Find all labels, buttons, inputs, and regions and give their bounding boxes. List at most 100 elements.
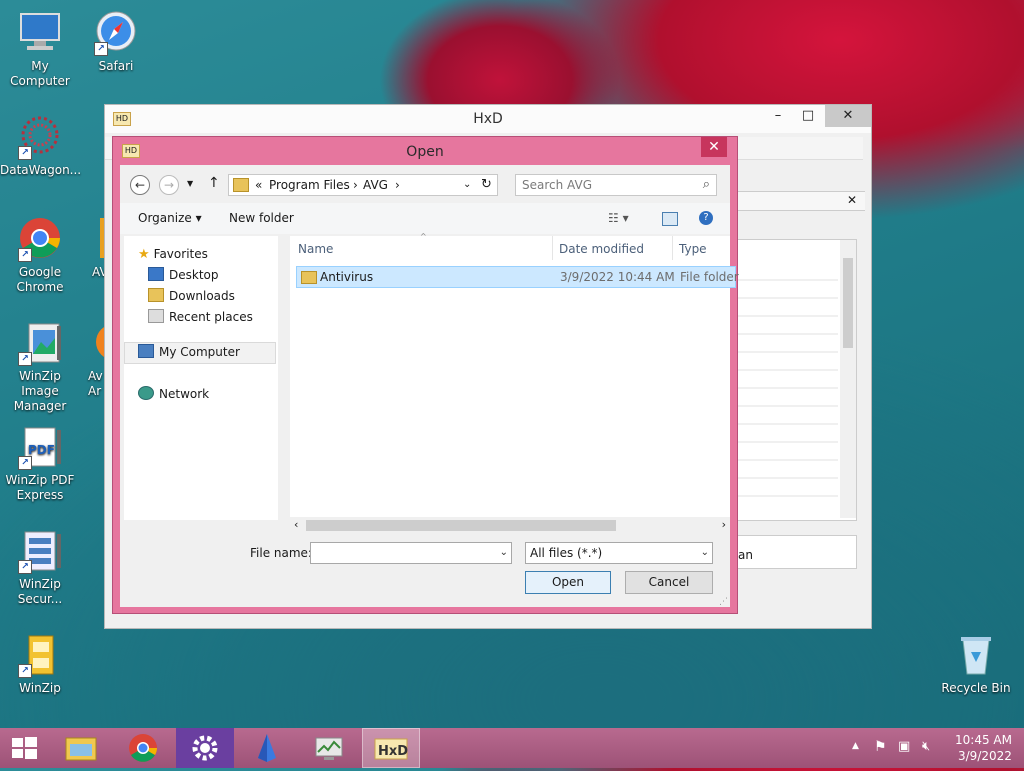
hxd-vertical-scrollbar[interactable] bbox=[840, 240, 856, 518]
taskbar-app-blue[interactable] bbox=[238, 728, 296, 768]
winzip-cabinet-icon: ↗ bbox=[17, 632, 63, 678]
scroll-right-icon[interactable]: › bbox=[722, 518, 726, 531]
taskbar-file-explorer[interactable] bbox=[52, 728, 110, 768]
up-arrow-icon[interactable]: ↑ bbox=[208, 175, 220, 191]
shortcut-arrow-icon: ↗ bbox=[18, 560, 32, 574]
maximize-button[interactable]: □ bbox=[793, 105, 823, 127]
nav-item-downloads[interactable]: Downloads bbox=[148, 286, 235, 306]
desktop-icon-winzip-image-manager[interactable]: ↗ WinZip Image Manager bbox=[0, 320, 80, 414]
resize-grip-icon[interactable]: ⋰ bbox=[719, 597, 728, 607]
recent-locations-dropdown-icon[interactable]: ▼ bbox=[187, 179, 193, 188]
address-dropdown-icon[interactable]: ⌄ bbox=[463, 179, 471, 190]
file-type-filter-select[interactable]: All files (*.*) ⌄ bbox=[525, 542, 713, 564]
column-header-type[interactable]: Type bbox=[679, 242, 707, 256]
desktop-icon-my-computer[interactable]: My Computer bbox=[0, 10, 80, 89]
desktop-icon-recycle-bin[interactable]: Recycle Bin bbox=[936, 632, 1016, 696]
hxd-editor-pane bbox=[737, 239, 857, 521]
dialog-titlebar[interactable]: HD Open ✕ bbox=[113, 137, 737, 165]
shortcut-arrow-icon: ↗ bbox=[18, 664, 32, 678]
nav-item-network[interactable]: Network bbox=[138, 384, 209, 404]
taskbar-chrome[interactable] bbox=[114, 728, 172, 768]
scroll-left-icon[interactable]: ‹ bbox=[294, 518, 298, 531]
table-row[interactable]: Antivirus 3/9/2022 10:44 AM File folder bbox=[296, 266, 739, 288]
breadcrumb-overflow[interactable]: « bbox=[255, 178, 262, 192]
taskbar-hxd[interactable]: HxD bbox=[362, 728, 420, 768]
forward-button[interactable]: → bbox=[159, 175, 179, 195]
scroll-thumb[interactable] bbox=[843, 258, 853, 348]
dialog-toolbar: Organize ▾ New folder ☷ ▾ ? bbox=[120, 203, 730, 234]
start-button[interactable] bbox=[0, 728, 48, 768]
volume-muted-icon[interactable]: 🔇︎ bbox=[922, 739, 930, 754]
nav-item-recent-places[interactable]: Recent places bbox=[148, 307, 253, 327]
preview-pane-icon[interactable] bbox=[662, 212, 678, 226]
organize-button[interactable]: Organize ▾ bbox=[138, 211, 202, 225]
horizontal-scrollbar[interactable]: ‹ › bbox=[290, 517, 730, 534]
file-name-input[interactable]: ⌄ bbox=[310, 542, 512, 564]
pdf-icon: PDF ↗ bbox=[17, 424, 63, 470]
desktop-icon-label: My Computer bbox=[10, 59, 70, 88]
refresh-icon[interactable]: ↻ bbox=[481, 177, 492, 192]
desktop-icon-winzip-secure[interactable]: ↗ WinZip Secur... bbox=[0, 528, 80, 607]
search-box[interactable]: Search AVG ⌕ bbox=[515, 174, 717, 196]
view-options-icon[interactable]: ☷ ▾ bbox=[608, 211, 629, 225]
safari-compass-icon: ↗ bbox=[93, 10, 139, 56]
hxd-bottom-panel: an bbox=[737, 535, 857, 569]
cancel-button[interactable]: Cancel bbox=[625, 571, 713, 594]
search-input[interactable]: Search AVG bbox=[522, 178, 592, 192]
back-button[interactable]: ← bbox=[130, 175, 150, 195]
nav-item-label: Downloads bbox=[169, 289, 235, 303]
address-bar[interactable]: « Program Files › AVG › ⌄ ↻ bbox=[228, 174, 498, 196]
downloads-folder-icon bbox=[148, 288, 164, 302]
windows-logo-icon bbox=[12, 737, 37, 759]
clock-date[interactable]: 3/9/2022 bbox=[958, 749, 1012, 763]
help-icon[interactable]: ? bbox=[699, 211, 713, 225]
column-divider bbox=[672, 236, 673, 260]
desktop-icon-safari[interactable]: ↗ Safari bbox=[76, 10, 156, 74]
desktop-icon-label: WinZip Secur... bbox=[17, 577, 63, 606]
image-manager-icon: ↗ bbox=[17, 320, 63, 366]
shortcut-arrow-icon: ↗ bbox=[18, 456, 32, 470]
column-header-date-modified[interactable]: Date modified bbox=[559, 242, 644, 256]
clock-time[interactable]: 10:45 AM bbox=[955, 733, 1012, 747]
nav-item-desktop[interactable]: Desktop bbox=[148, 265, 219, 285]
dialog-close-button[interactable]: ✕ bbox=[701, 137, 727, 157]
nav-item-favorites[interactable]: ★ Favorites bbox=[138, 244, 208, 264]
open-dialog[interactable]: HD Open ✕ ← → ▼ ↑ « Program Files › AVG … bbox=[112, 136, 739, 614]
network-status-icon[interactable]: ▣ bbox=[898, 739, 910, 754]
close-button[interactable]: ✕ bbox=[825, 105, 871, 127]
breadcrumb-program-files[interactable]: Program Files bbox=[269, 178, 350, 192]
desktop-icon-datawagon[interactable]: ↗ DataWagon... bbox=[0, 114, 82, 178]
scroll-thumb[interactable] bbox=[306, 520, 616, 531]
hxd-titlebar[interactable]: HD HxD – □ ✕ bbox=[105, 105, 871, 133]
file-name: Antivirus bbox=[320, 270, 374, 284]
blue-crystal-icon bbox=[258, 734, 276, 762]
desktop-icon-label: WinZip bbox=[19, 681, 61, 695]
taskbar-app-monitor[interactable] bbox=[300, 728, 358, 768]
desktop-icon-label: DataWagon... bbox=[0, 163, 82, 177]
new-folder-button[interactable]: New folder bbox=[229, 211, 294, 225]
show-hidden-icons-button[interactable]: ▲ bbox=[852, 741, 859, 751]
minimize-button[interactable]: – bbox=[763, 105, 793, 127]
taskbar-settings[interactable] bbox=[176, 728, 234, 768]
nav-item-label: Recent places bbox=[169, 310, 253, 324]
shortcut-arrow-icon: ↗ bbox=[18, 248, 32, 262]
breadcrumb-separator[interactable]: › bbox=[395, 178, 400, 192]
nav-item-my-computer[interactable]: My Computer bbox=[138, 342, 240, 362]
datawagon-icon: ↗ bbox=[17, 114, 63, 160]
breadcrumb-separator[interactable]: › bbox=[353, 178, 358, 192]
column-divider bbox=[552, 236, 553, 260]
hxd-partial-text: an bbox=[738, 548, 753, 562]
breadcrumb-avg[interactable]: AVG bbox=[363, 178, 388, 192]
open-button[interactable]: Open bbox=[525, 571, 611, 594]
desktop-icon-winzip[interactable]: ↗ WinZip bbox=[0, 632, 80, 696]
hxd-tab-close-button[interactable]: ✕ bbox=[847, 193, 857, 207]
nav-item-label: Favorites bbox=[153, 247, 208, 261]
search-icon[interactable]: ⌕ bbox=[703, 177, 710, 192]
chrome-icon: ↗ bbox=[17, 216, 63, 262]
file-type: File folder bbox=[680, 270, 739, 284]
chevron-down-icon[interactable]: ⌄ bbox=[701, 543, 709, 563]
action-center-flag-icon[interactable]: ⚑ bbox=[874, 739, 887, 755]
chevron-down-icon[interactable]: ⌄ bbox=[500, 543, 508, 563]
column-header-name[interactable]: Name bbox=[298, 242, 333, 256]
desktop-icon-winzip-pdf-express[interactable]: PDF ↗ WinZip PDF Express bbox=[0, 424, 80, 503]
